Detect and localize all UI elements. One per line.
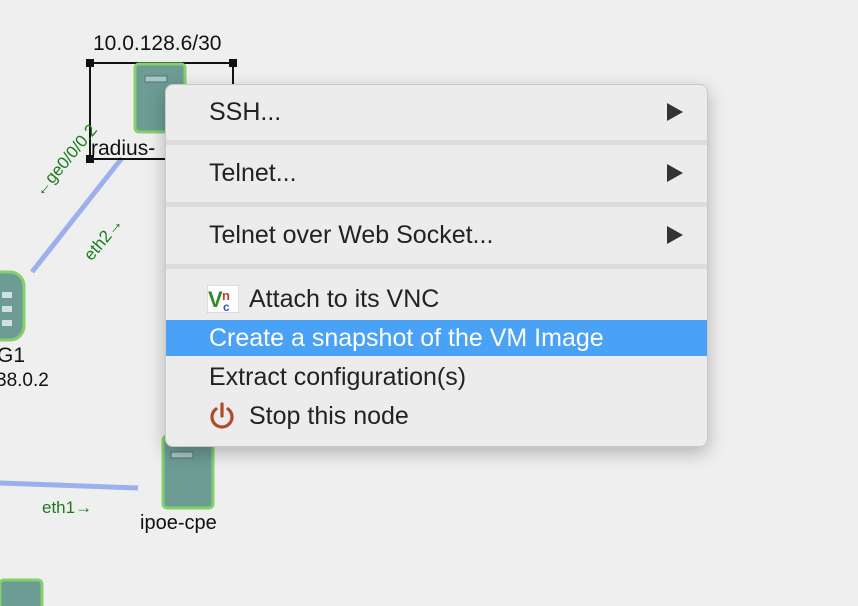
node-name-radius: radius- — [91, 137, 156, 160]
menu-separator — [166, 264, 707, 269]
selection-handle[interactable] — [229, 59, 237, 67]
menu-item-label: Telnet over Web Socket... — [209, 220, 494, 249]
menu-item-telnet[interactable]: Telnet... — [166, 155, 707, 191]
link-line-g1-to-ipoe[interactable] — [0, 480, 139, 491]
menu-item-label: SSH... — [209, 97, 282, 126]
node-address-g1: 38.0.2 — [0, 370, 49, 391]
node-address-radius: 10.0.128.6/30 — [93, 32, 222, 55]
submenu-arrow-icon — [667, 164, 683, 182]
menu-item-label: Telnet... — [209, 158, 297, 187]
menu-item-attach-vnc[interactable]: V n c Attach to its VNC — [166, 281, 707, 317]
menu-item-create-snapshot[interactable]: Create a snapshot of the VM Image — [166, 320, 707, 356]
node-name-ipoe-cpe: ipoe-cpe — [140, 512, 217, 534]
interface-label-eth1: eth1→ — [42, 498, 93, 517]
menu-item-telnet-websocket[interactable]: Telnet over Web Socket... — [166, 217, 707, 253]
selection-handle[interactable] — [86, 59, 94, 67]
menu-item-stop-node[interactable]: Stop this node — [166, 398, 707, 434]
submenu-arrow-icon — [667, 226, 683, 244]
server-icon-partial[interactable] — [0, 578, 44, 606]
menu-item-ssh[interactable]: SSH... — [166, 94, 707, 130]
menu-item-label: Stop this node — [249, 401, 409, 430]
menu-item-extract-config[interactable]: Extract configuration(s) — [166, 359, 707, 395]
power-icon — [207, 401, 241, 431]
svg-text:c: c — [223, 300, 230, 313]
menu-item-label: Extract configuration(s) — [209, 362, 467, 391]
menu-item-label: Attach to its VNC — [249, 284, 440, 313]
svg-text:V: V — [208, 287, 223, 312]
node-name-g1: G1 — [0, 344, 26, 367]
router-icon-g1[interactable] — [0, 270, 26, 342]
context-menu: SSH... Telnet... Telnet over Web Socket.… — [165, 84, 708, 447]
menu-item-label: Create a snapshot of the VM Image — [209, 323, 604, 352]
menu-separator — [166, 202, 707, 207]
vnc-icon: V n c — [207, 284, 241, 314]
submenu-arrow-icon — [667, 103, 683, 121]
menu-separator — [166, 140, 707, 145]
